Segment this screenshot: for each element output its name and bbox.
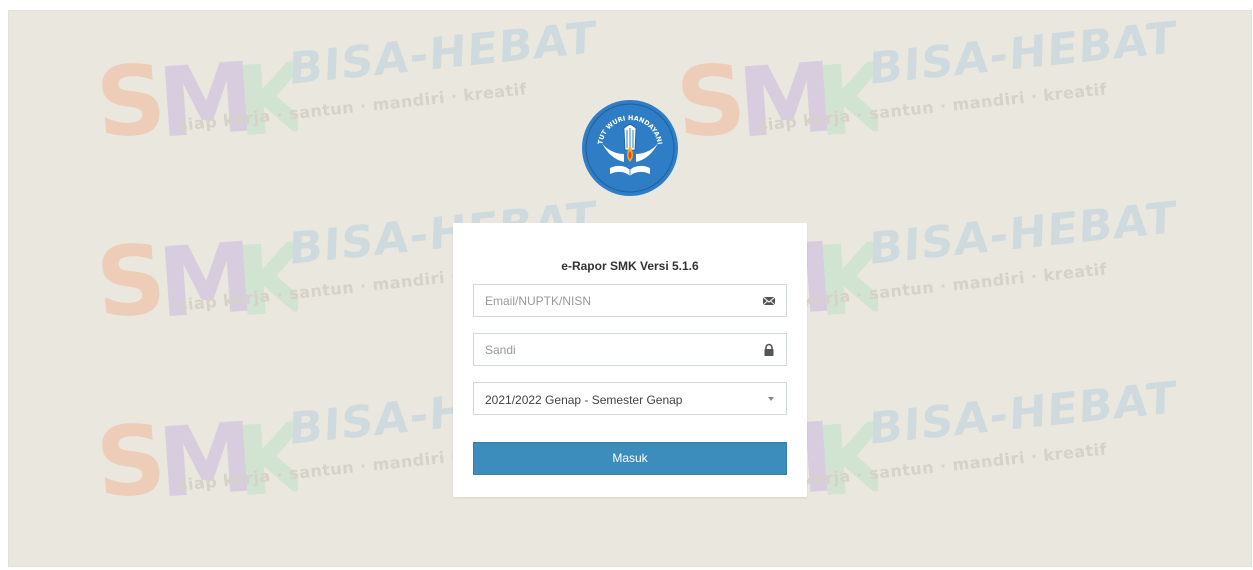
watermark-slogan: BISA-HEBAT <box>868 12 1178 96</box>
smk-watermark: S M K BISA-HEBAT siap kerja · santun · m… <box>98 12 598 162</box>
semester-selected-value: 2021/2022 Genap - Semester Genap <box>485 393 683 407</box>
watermark-slogan: BISA-HEBAT <box>868 372 1178 455</box>
login-page-background: S M K BISA-HEBAT siap kerja · santun · m… <box>8 10 1252 567</box>
password-field[interactable] <box>473 333 787 366</box>
login-title: e-Rapor SMK Versi 5.1.6 <box>561 259 699 273</box>
login-card: e-Rapor SMK Versi 5.1.6 2021/2022 Genap … <box>453 223 807 497</box>
envelope-icon <box>762 296 776 306</box>
watermark-slogan: BISA-HEBAT <box>868 192 1178 275</box>
email-input[interactable] <box>474 285 786 316</box>
svg-text:K: K <box>233 222 298 332</box>
tut-wuri-handayani-logo: TUT WURI HANDAYANI <box>582 100 678 196</box>
svg-text:K: K <box>813 222 878 332</box>
smk-watermark-logo: S M K <box>98 402 298 512</box>
watermark-slogan: BISA-HEBAT <box>288 12 598 96</box>
svg-text:K: K <box>813 402 878 512</box>
login-button[interactable]: Masuk <box>473 442 787 475</box>
svg-text:K: K <box>233 42 298 152</box>
smk-watermark: S M K BISA-HEBAT siap kerja · santun · m… <box>678 12 1178 162</box>
smk-watermark-logo: S M K <box>98 222 298 332</box>
password-input[interactable] <box>474 334 786 365</box>
smk-watermark-logo: S M K <box>678 42 878 152</box>
smk-watermark-logo: S M K <box>98 42 298 152</box>
email-field[interactable] <box>473 284 787 317</box>
svg-text:K: K <box>233 402 298 512</box>
lock-icon <box>764 343 774 356</box>
svg-text:K: K <box>813 42 878 152</box>
semester-select[interactable]: 2021/2022 Genap - Semester Genap <box>473 382 787 415</box>
caret-down-icon <box>768 397 774 401</box>
